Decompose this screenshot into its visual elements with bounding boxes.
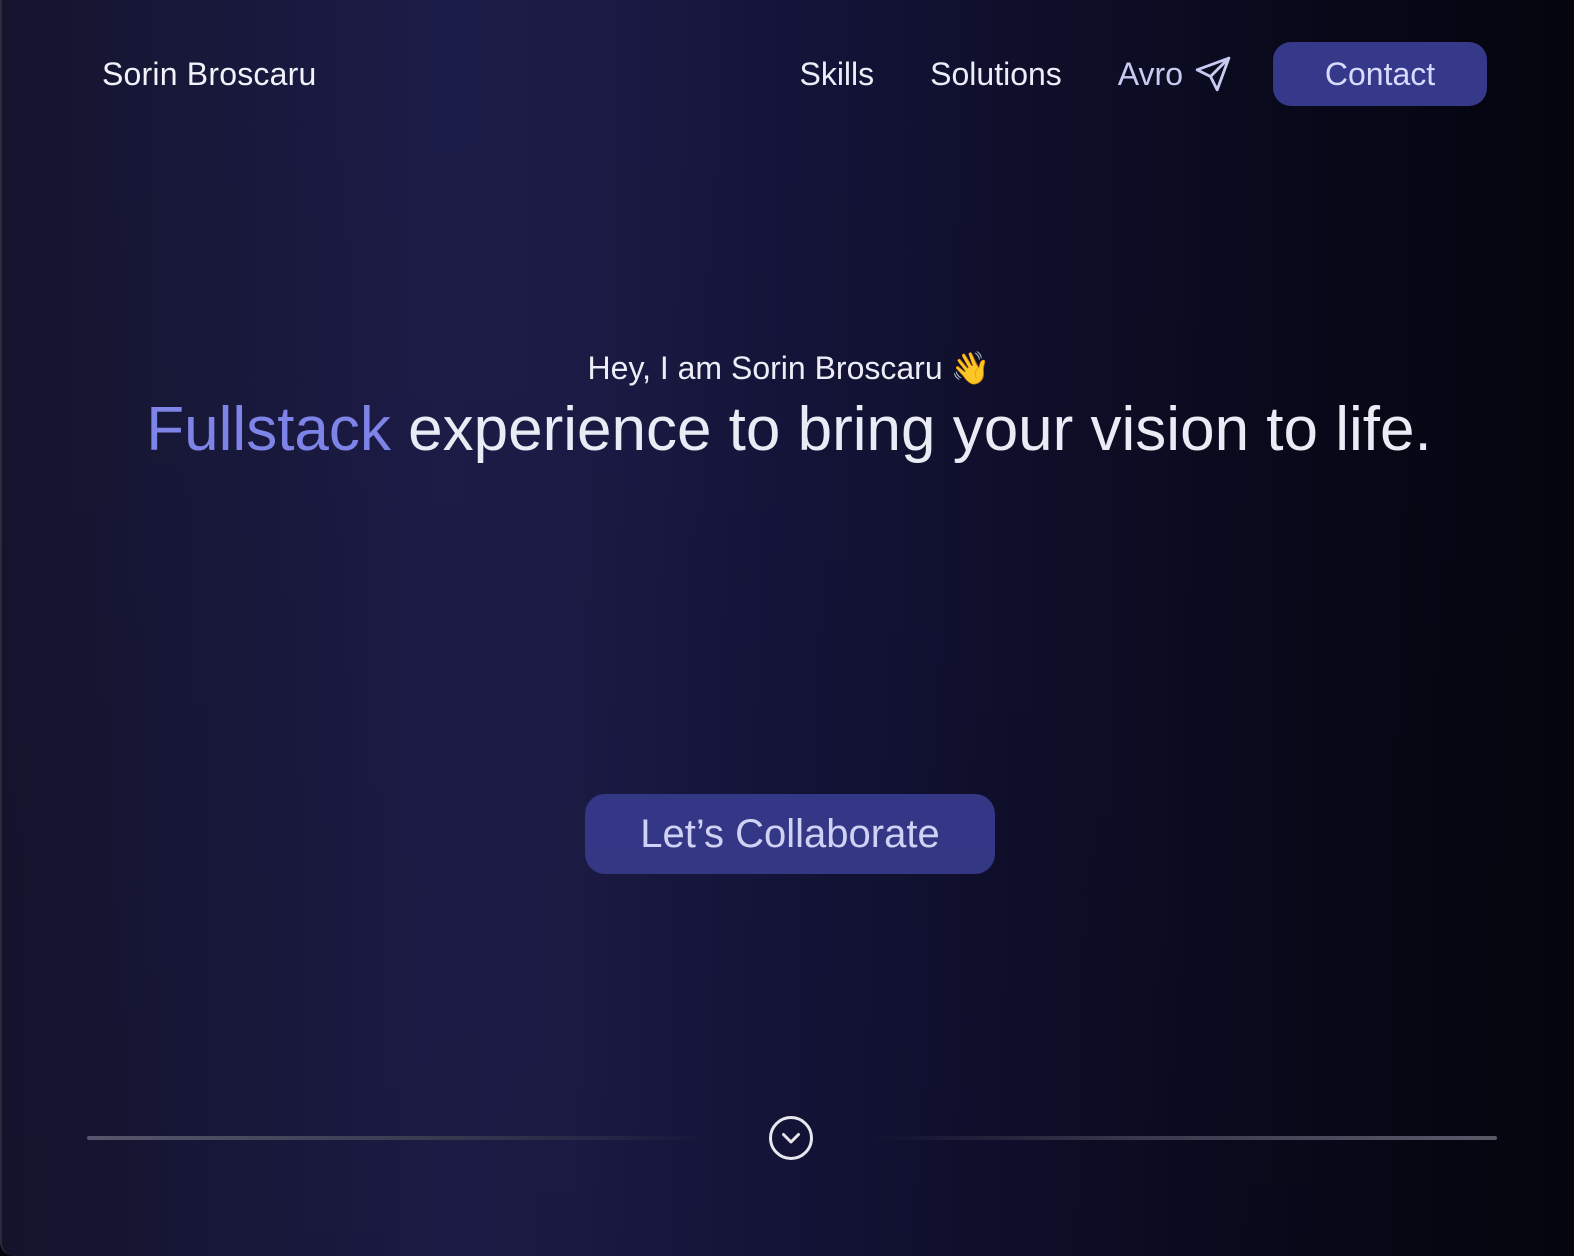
hero-headline: Fullstack experience to bring your visio…	[2, 394, 1574, 466]
headline-rest: experience to bring your vision to life.	[408, 395, 1432, 464]
contact-button[interactable]: Contact	[1273, 42, 1487, 106]
send-icon	[1195, 56, 1231, 92]
hero-page: Sorin Broscaru Skills Solutions Avro Con…	[0, 0, 1574, 1256]
collaborate-button[interactable]: Let’s Collaborate	[585, 794, 995, 874]
greeting-text: Hey, I am Sorin Broscaru	[587, 350, 943, 386]
waving-hand-icon: 👋	[950, 350, 991, 386]
hero-greeting: Hey, I am Sorin Broscaru 👋	[2, 348, 1574, 388]
divider-right	[872, 1136, 1497, 1140]
divider-left	[87, 1136, 707, 1140]
scroll-down-button[interactable]	[768, 1115, 814, 1161]
nav-link-avro-label: Avro	[1117, 55, 1183, 92]
main-nav: Skills Solutions Avro Contact	[799, 42, 1487, 106]
brand-logo-link[interactable]: Sorin Broscaru	[102, 52, 316, 96]
chevron-down-circle-icon	[769, 1116, 813, 1160]
nav-link-solutions[interactable]: Solutions	[930, 56, 1062, 93]
nav-link-avro[interactable]: Avro	[1118, 54, 1233, 94]
nav-link-skills[interactable]: Skills	[799, 56, 874, 93]
headline-accent: Fullstack	[146, 395, 391, 464]
